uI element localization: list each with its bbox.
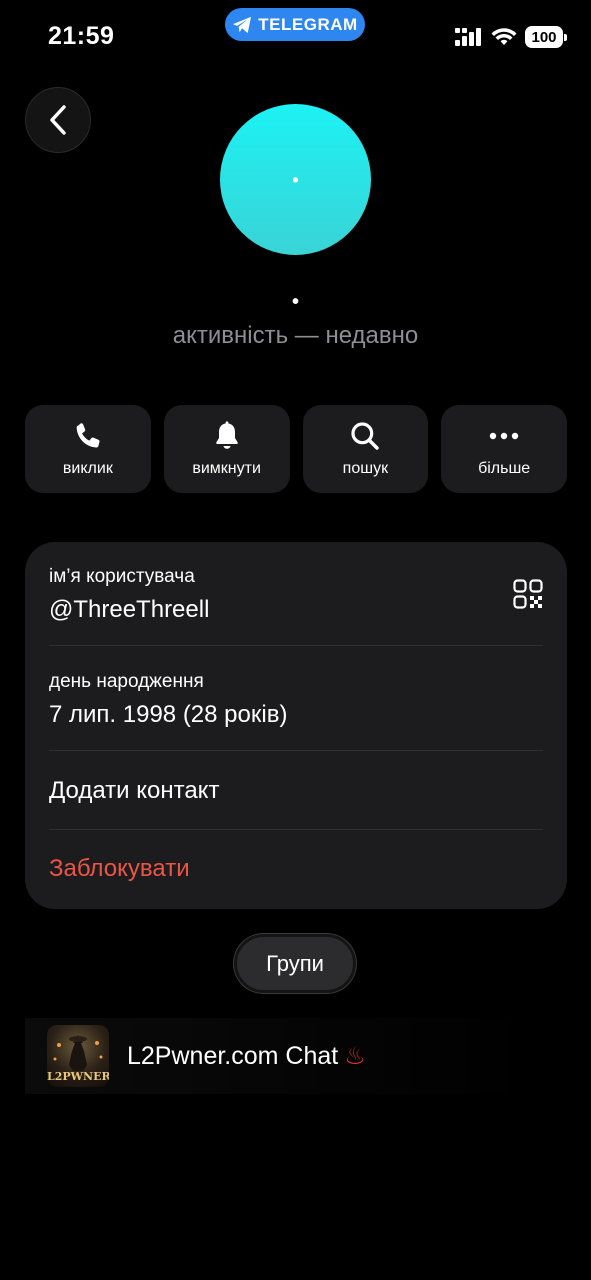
birthday-row[interactable]: день народження 7 лип. 1998 (28 років) [49, 671, 543, 729]
block-user-button[interactable]: Заблокувати [49, 855, 543, 883]
avatar-initial: • [292, 169, 299, 190]
birthday-label: день народження [49, 671, 204, 692]
clock: 21:59 [48, 22, 115, 50]
profile-screen: 21:59 TELEGRAM 100 • • активність — неда… [0, 0, 591, 1280]
search-icon [351, 422, 380, 450]
call-label: виклик [62, 460, 113, 477]
qr-code-icon[interactable] [513, 579, 543, 609]
profile-name: • [291, 291, 299, 313]
phone-icon [76, 423, 100, 448]
chevron-left-icon [50, 105, 66, 135]
signal-icon [455, 28, 481, 46]
status-bar: 21:59 TELEGRAM 100 [0, 0, 591, 70]
bell-icon [215, 421, 238, 449]
more-button[interactable]: більше [441, 405, 567, 493]
telegram-pill[interactable]: TELEGRAM [225, 8, 365, 41]
last-seen-status: активність — недавно [172, 322, 419, 349]
mute-button[interactable]: вимкнути [163, 405, 290, 493]
divider [49, 750, 543, 751]
battery-indicator: 100 [525, 26, 567, 48]
system-icons: 100 [455, 26, 567, 48]
info-card: ім’я користувача @ThreeThreell день наро… [25, 542, 567, 909]
more-label: більше [478, 460, 531, 477]
search-button[interactable]: пошук [302, 405, 429, 493]
group-title-wrap: L2Pwner.com Chat ♨ [127, 1042, 366, 1071]
list-item[interactable]: L2PWNER L2Pwner.com Chat ♨ [25, 1018, 535, 1094]
action-bar: виклик вимкнути пошук більше [25, 405, 567, 493]
call-button[interactable]: виклик [25, 405, 151, 493]
group-avatar: L2PWNER [47, 1025, 109, 1087]
more-icon [489, 432, 519, 440]
username-row[interactable]: ім’я користувача @ThreeThreell [49, 566, 543, 624]
group-avatar-text: L2PWNER [47, 1070, 109, 1083]
divider [49, 829, 543, 830]
add-contact-button[interactable]: Додати контакт [49, 777, 543, 805]
back-button[interactable] [25, 87, 91, 153]
pill-label: TELEGRAM [258, 14, 358, 34]
mute-label: вимкнути [192, 460, 261, 477]
group-title: L2Pwner.com Chat [127, 1041, 339, 1070]
paper-plane-icon [233, 16, 252, 33]
birthday-value: 7 лип. 1998 (28 років) [49, 701, 288, 728]
hot-springs-icon: ♨ [344, 1042, 366, 1070]
tab-groups[interactable]: Групи [234, 934, 356, 993]
wifi-icon [491, 28, 517, 45]
divider [49, 645, 543, 646]
search-label: пошук [342, 460, 389, 477]
profile-avatar[interactable]: • [220, 104, 371, 255]
username-value[interactable]: @ThreeThreell [49, 596, 543, 624]
username-label: ім’я користувача [49, 566, 195, 587]
